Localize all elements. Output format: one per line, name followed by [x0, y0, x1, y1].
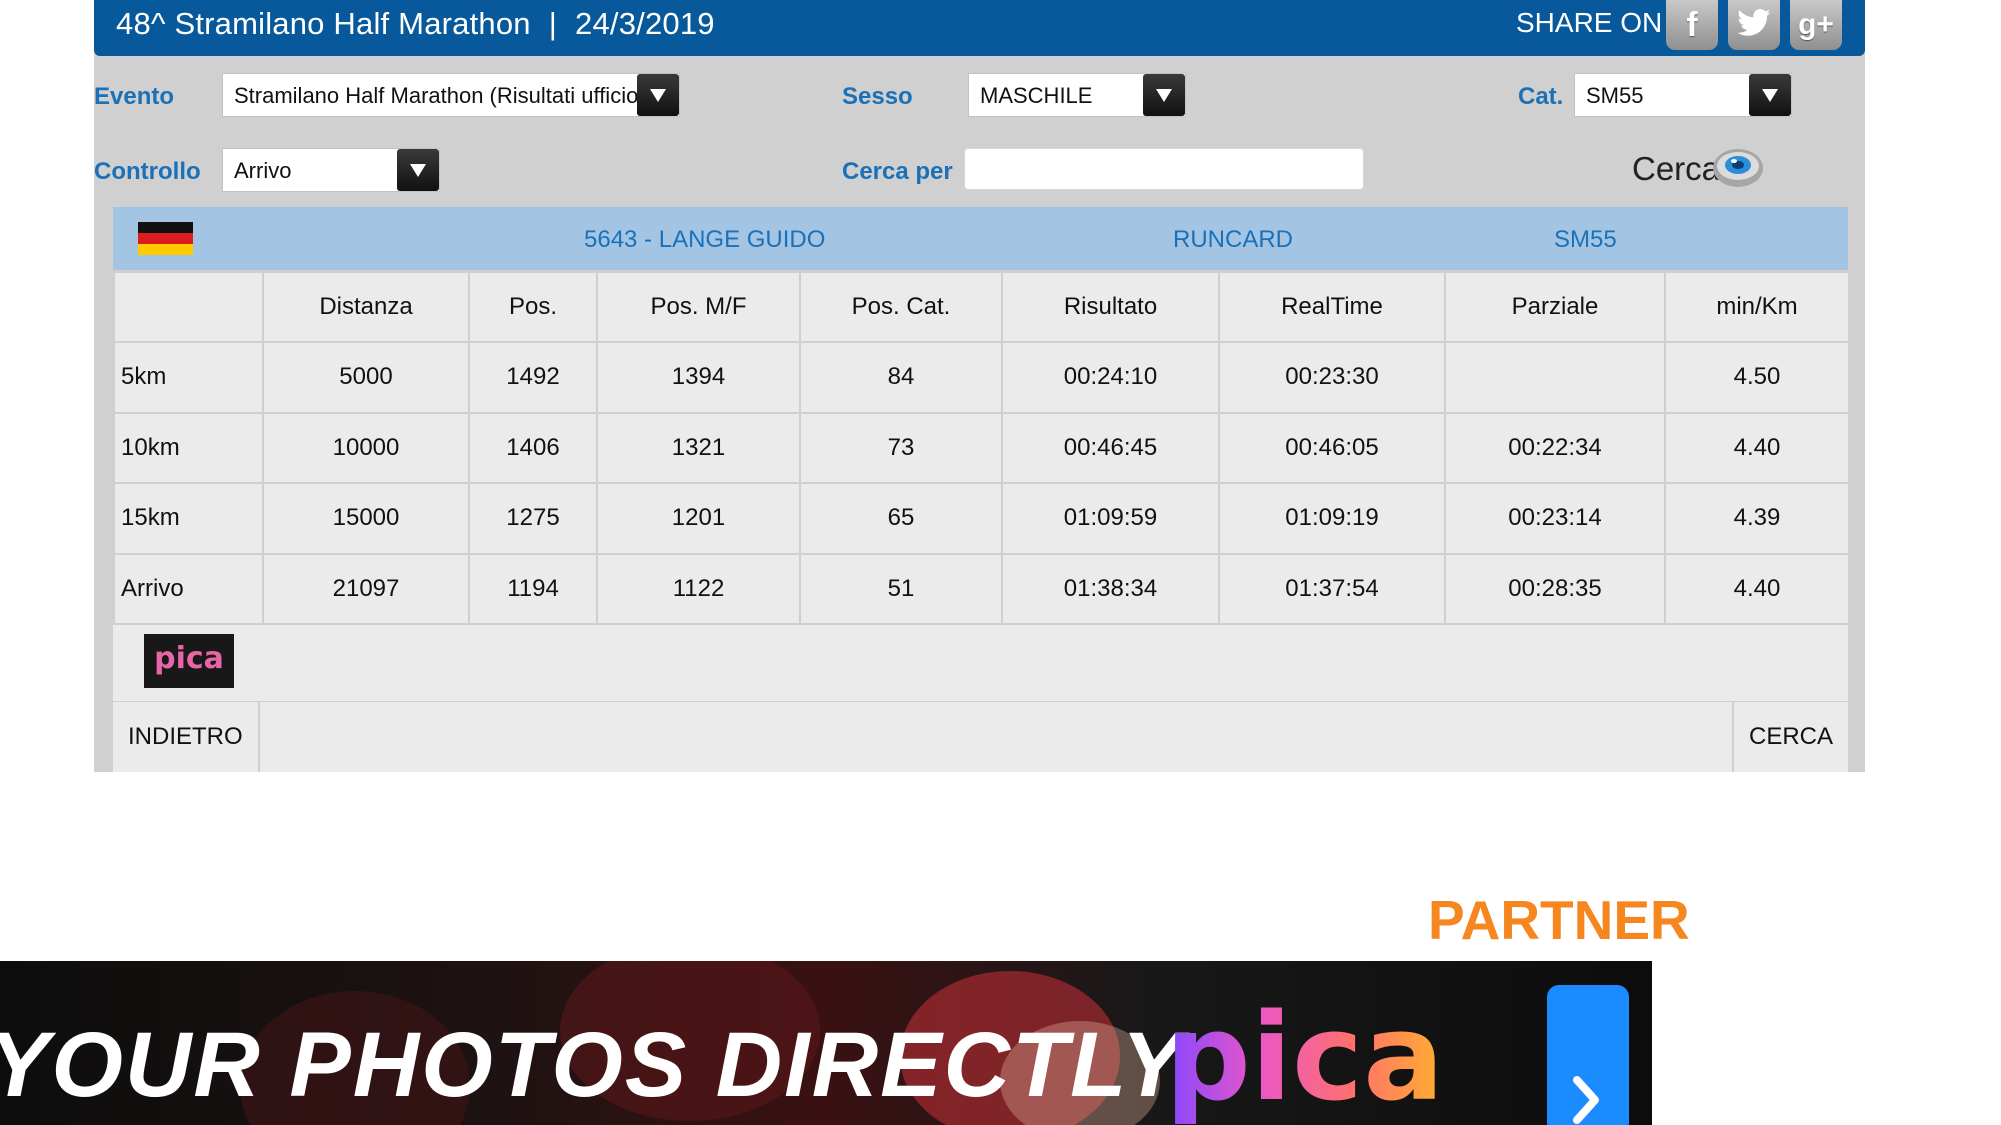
- timing-logo-row: pica: [113, 625, 1848, 701]
- table-cell: 65: [799, 482, 1003, 555]
- column-header: Distanza: [262, 271, 470, 343]
- athlete-club: RUNCARD: [1173, 226, 1293, 253]
- results-table: Distanza Pos. Pos. M/F Pos. Cat. Risulta…: [113, 271, 1850, 625]
- chevron-down-icon: [1749, 74, 1791, 116]
- table-cell: 5000: [262, 341, 470, 414]
- table-cell: 1275: [468, 482, 598, 555]
- twitter-button[interactable]: [1728, 0, 1780, 50]
- table-cell: 15km: [113, 482, 264, 555]
- table-cell: [1444, 341, 1666, 414]
- table-row: 15km 15000 1275 1201 65 01:09:59 01:09:1…: [113, 482, 1850, 555]
- athlete-header: 5643 - LANGE GUIDO RUNCARD SM55: [113, 207, 1848, 270]
- table-cell: Arrivo: [113, 552, 264, 625]
- table-cell: 00:46:05: [1218, 411, 1446, 484]
- table-header-row: Distanza Pos. Pos. M/F Pos. Cat. Risulta…: [113, 271, 1850, 343]
- chevron-down-icon: [637, 74, 679, 116]
- table-cell: 1122: [596, 552, 801, 625]
- athlete-category: SM55: [1554, 226, 1617, 253]
- table-cell: 73: [799, 411, 1003, 484]
- cat-label: Cat.: [1518, 83, 1564, 110]
- page-title: 48^ Stramilano Half Marathon | 24/3/2019: [116, 6, 715, 42]
- column-header: [113, 271, 264, 343]
- evento-value: Stramilano Half Marathon (Risultati uffi…: [234, 83, 662, 108]
- table-cell: 5km: [113, 341, 264, 414]
- table-cell: 1194: [468, 552, 598, 625]
- partner-heading: PARTNER: [1428, 889, 1690, 951]
- back-button[interactable]: INDIETRO: [113, 702, 260, 772]
- controllo-select[interactable]: Arrivo: [222, 148, 440, 192]
- google-plus-button[interactable]: g+: [1790, 0, 1842, 50]
- table-cell: 01:37:54: [1218, 552, 1446, 625]
- partner-banner[interactable]: YOUR PHOTOS DIRECTLY pica: [0, 961, 1652, 1125]
- chevron-down-icon: [1143, 74, 1185, 116]
- table-cell: 01:09:59: [1001, 482, 1220, 555]
- cerca-per-label: Cerca per: [842, 158, 953, 185]
- column-header: min/Km: [1664, 271, 1850, 343]
- banner-pica-logo: pica: [1165, 989, 1444, 1125]
- google-plus-icon: g+: [1798, 8, 1834, 41]
- table-cell: 4.50: [1664, 341, 1850, 414]
- chevron-down-icon: [397, 149, 439, 191]
- controllo-value: Arrivo: [234, 158, 292, 183]
- twitter-icon: [1737, 9, 1771, 36]
- chevron-right-icon: [1573, 1076, 1599, 1124]
- table-cell: 01:38:34: [1001, 552, 1220, 625]
- share-label: SHARE ON: [1516, 7, 1663, 38]
- table-cell: 10km: [113, 411, 264, 484]
- table-row: Arrivo 21097 1194 1122 51 01:38:34 01:37…: [113, 552, 1850, 625]
- evento-label: Evento: [94, 83, 175, 110]
- event-date: 24/3/2019: [575, 6, 715, 41]
- table-cell: 00:22:34: [1444, 411, 1666, 484]
- cerca-per-input[interactable]: [964, 148, 1364, 190]
- table-cell: 00:24:10: [1001, 341, 1220, 414]
- controllo-label: Controllo: [94, 158, 201, 185]
- navigation-row: INDIETRO CERCA: [113, 702, 1848, 772]
- title-separator: |: [548, 6, 557, 41]
- table-cell: 51: [799, 552, 1003, 625]
- cat-value: SM55: [1586, 83, 1644, 108]
- search-button[interactable]: CERCA: [1731, 702, 1848, 772]
- column-header: Pos. Cat.: [799, 271, 1003, 343]
- table-cell: 1492: [468, 341, 598, 414]
- athlete-name: 5643 - LANGE GUIDO: [584, 226, 826, 253]
- table-row: 5km 5000 1492 1394 84 00:24:10 00:23:30 …: [113, 341, 1850, 414]
- column-header: Pos.: [468, 271, 598, 343]
- column-header: Risultato: [1001, 271, 1220, 343]
- table-cell: 15000: [262, 482, 470, 555]
- facebook-button[interactable]: f: [1666, 0, 1718, 50]
- sesso-value: MASCHILE: [980, 83, 1093, 108]
- table-cell: 4.40: [1664, 411, 1850, 484]
- pica-logo[interactable]: pica: [144, 634, 234, 688]
- sesso-select[interactable]: MASCHILE: [968, 73, 1186, 117]
- table-cell: 00:28:35: [1444, 552, 1666, 625]
- table-cell: 1394: [596, 341, 801, 414]
- table-cell: 4.39: [1664, 482, 1850, 555]
- germany-flag-icon: [138, 222, 193, 255]
- table-cell: 84: [799, 341, 1003, 414]
- table-cell: 21097: [262, 552, 470, 625]
- column-header: RealTime: [1218, 271, 1446, 343]
- phone-icon: [1547, 985, 1629, 1125]
- table-cell: 00:46:45: [1001, 411, 1220, 484]
- table-cell: 00:23:30: [1218, 341, 1446, 414]
- evento-select[interactable]: Stramilano Half Marathon (Risultati uffi…: [222, 73, 680, 117]
- cerca-label: Cerca: [1632, 150, 1721, 187]
- table-cell: 10000: [262, 411, 470, 484]
- search-eye-icon[interactable]: [1710, 145, 1766, 191]
- table-row: 10km 10000 1406 1321 73 00:46:45 00:46:0…: [113, 411, 1850, 484]
- facebook-icon: f: [1686, 6, 1698, 44]
- column-header: Parziale: [1444, 271, 1666, 343]
- event-title: 48^ Stramilano Half Marathon: [116, 6, 531, 41]
- title-bar: 48^ Stramilano Half Marathon | 24/3/2019 S…: [94, 0, 1865, 56]
- cat-select[interactable]: SM55: [1574, 73, 1792, 117]
- table-cell: 4.40: [1664, 552, 1850, 625]
- table-cell: 00:23:14: [1444, 482, 1666, 555]
- column-header: Pos. M/F: [596, 271, 801, 343]
- table-cell: 01:09:19: [1218, 482, 1446, 555]
- banner-headline: YOUR PHOTOS DIRECTLY: [0, 1014, 1185, 1116]
- table-cell: 1321: [596, 411, 801, 484]
- table-cell: 1406: [468, 411, 598, 484]
- sesso-label: Sesso: [842, 83, 913, 110]
- table-cell: 1201: [596, 482, 801, 555]
